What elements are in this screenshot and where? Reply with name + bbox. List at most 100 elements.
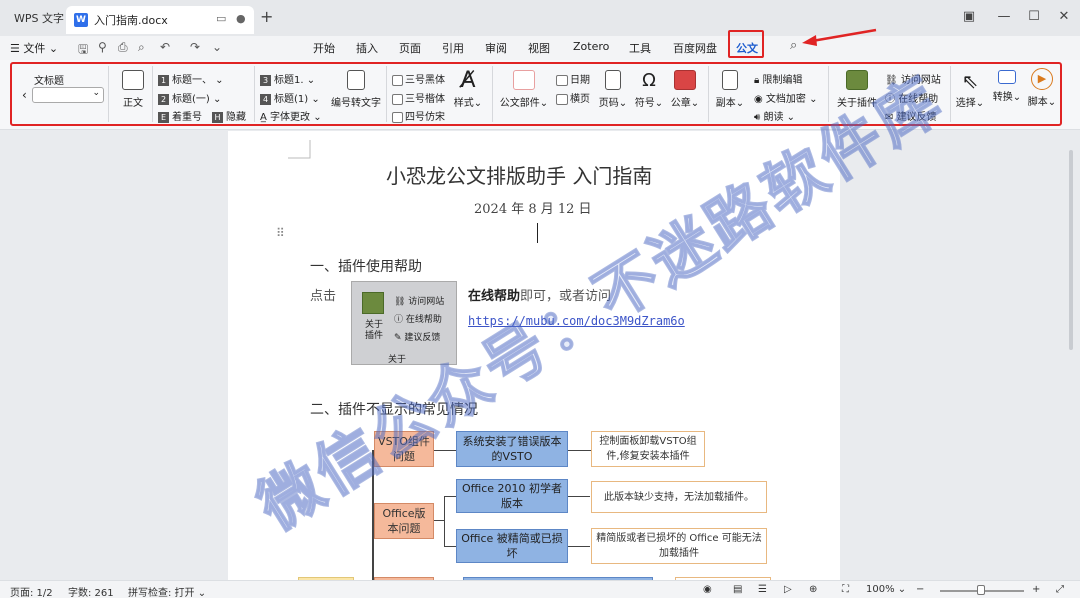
zoom-level[interactable]: 100% ⌄	[866, 584, 906, 595]
read-aloud-button[interactable]: 🔊︎ 朗读 ⌄	[754, 108, 795, 123]
tab-start[interactable]: 开始	[313, 40, 335, 56]
print-preview-icon[interactable]: ⌕	[138, 40, 145, 55]
doc-parts-icon	[513, 70, 535, 90]
convert-button[interactable]: 转换⌄	[991, 70, 1023, 103]
plugin-visit-text: 访问网站	[408, 297, 445, 307]
num-to-text-label: 编号转文字	[331, 98, 381, 109]
save-icon[interactable]: 🖫	[78, 40, 88, 61]
heading-b2-button[interactable]: 4 标题(1) ⌄	[260, 90, 320, 105]
tab-baidu-netdisk[interactable]: 百度网盘	[673, 40, 717, 56]
hide-button[interactable]: H 隐藏	[212, 108, 246, 123]
plugin-about-label: 关于插件	[364, 320, 383, 341]
date-button[interactable]: 日期	[556, 71, 590, 86]
tab-reference[interactable]: 引用	[442, 40, 464, 56]
font3-button[interactable]: 四号仿宋	[392, 108, 445, 123]
page-number-icon	[605, 70, 621, 90]
copy-label: 副本	[715, 98, 736, 109]
seal-button[interactable]: 公章⌄	[670, 70, 700, 109]
title-tab-bar: WPS 文字 W 入门指南.docx ▭ ● + ▣ — ☐ ✕	[0, 0, 1080, 36]
tab-zotero[interactable]: Zotero	[573, 40, 609, 53]
more-chevron-icon[interactable]: ⌄	[212, 40, 222, 54]
tab-tools[interactable]: 工具	[629, 40, 651, 56]
script-button[interactable]: ▶ 脚本⌄	[1026, 68, 1058, 108]
tab-window-icon[interactable]: ▭	[216, 12, 226, 25]
tab-unsaved-dot-icon[interactable]: ●	[236, 12, 246, 25]
para1-prefix: 点击	[310, 289, 337, 304]
cursor-arrow-icon: ⇖	[961, 69, 979, 93]
page-view-icon[interactable]: ▤	[733, 584, 742, 595]
copy-button[interactable]: 副本⌄	[714, 70, 746, 109]
page-count[interactable]: 页面: 1/2	[10, 584, 53, 598]
paragraph-handle-icon[interactable]: ⠿	[276, 226, 285, 240]
fit-page-icon[interactable]: ⛶	[842, 584, 849, 595]
spell-check[interactable]: 拼写检查: 打开 ⌄	[128, 584, 206, 598]
tab-page[interactable]: 页面	[399, 40, 421, 56]
tab-review[interactable]: 审阅	[485, 40, 507, 56]
select-button[interactable]: ⇖ 选择⌄	[954, 68, 986, 109]
style-button[interactable]: A̸ 样式⌄	[450, 68, 486, 109]
outline-view-icon[interactable]: ☰	[758, 584, 767, 595]
close-button[interactable]: ✕	[1054, 9, 1074, 24]
heading-a2-button[interactable]: 2 标题(一) ⌄	[158, 90, 221, 105]
plugin-help-label: ⓘ 在线帮助	[394, 315, 442, 325]
web-view-icon[interactable]: ⊕	[809, 584, 817, 595]
font2-button[interactable]: 三号楷体	[392, 90, 445, 105]
spell-check-label: 拼写检查: 打开	[128, 588, 195, 598]
redo-icon[interactable]: ↷	[190, 40, 200, 54]
numbered-list-icon	[347, 70, 365, 90]
style-brush-icon: A̸	[460, 68, 476, 93]
active-tab-highlight	[728, 30, 764, 58]
doc-parts-button[interactable]: 公文部件⌄	[498, 70, 550, 109]
share-icon[interactable]: ⚲	[98, 40, 107, 54]
font-change-button[interactable]: A̲ 字体更改 ⌄	[260, 108, 322, 123]
tab-insert[interactable]: 插入	[356, 40, 378, 56]
eye-icon[interactable]: ◉	[703, 584, 712, 595]
restrict-edit-button[interactable]: 🔒︎ 限制编辑	[754, 71, 803, 86]
landscape-button[interactable]: 横页	[556, 90, 590, 105]
fullscreen-icon[interactable]: ⤢	[1056, 584, 1064, 595]
convert-label: 转换	[992, 92, 1013, 103]
flow-category-office: Office版本问题	[374, 503, 434, 539]
file-menu[interactable]: ☰ 文件 ⌄	[10, 40, 58, 56]
red-arrow-annotation	[802, 28, 877, 46]
restore-layout-icon[interactable]: ▣	[959, 9, 979, 24]
add-tab-button[interactable]: +	[260, 7, 273, 26]
wps-home-tab[interactable]: WPS 文字	[6, 8, 72, 30]
zoom-slider-thumb[interactable]	[977, 585, 985, 595]
flow-connector	[568, 546, 590, 547]
zoom-in-icon[interactable]: +	[1032, 584, 1040, 595]
page-number-button[interactable]: 页码⌄	[598, 70, 628, 109]
heading-b1-button[interactable]: 3 标题1. ⌄	[260, 71, 315, 86]
document-tab[interactable]: W 入门指南.docx ▭ ●	[66, 6, 254, 34]
omega-icon: Ω	[642, 70, 656, 91]
flow-connector	[568, 450, 592, 451]
read-aloud-label: 朗读	[763, 112, 784, 123]
text-cursor	[537, 223, 538, 243]
tab-view[interactable]: 视图	[528, 40, 550, 56]
play-mode-icon[interactable]: ▷	[784, 584, 792, 595]
style-select[interactable]: ⌄	[32, 87, 104, 103]
encrypt-button[interactable]: ◉ 文档加密 ⌄	[754, 90, 817, 105]
minimize-button[interactable]: —	[994, 9, 1014, 24]
font1-button[interactable]: 三号黑体	[392, 71, 445, 86]
zhengwen-button[interactable]: 正文	[118, 70, 148, 109]
print-icon[interactable]: ⎙	[118, 40, 128, 55]
word-count[interactable]: 字数: 261	[68, 584, 114, 598]
symbol-button[interactable]: Ω 符号⌄	[634, 68, 664, 109]
emphasis-button[interactable]: E 着重号	[158, 108, 202, 123]
heading-a1-button[interactable]: 1 标题一、 ⌄	[158, 71, 224, 86]
undo-icon[interactable]: ↶	[160, 40, 170, 54]
section1-heading: 一、插件使用帮助	[310, 259, 422, 275]
zoom-out-icon[interactable]: −	[916, 584, 924, 595]
separator	[254, 66, 255, 122]
play-icon: ▶	[1031, 68, 1053, 90]
separator	[386, 66, 387, 122]
margin-corner-mark	[288, 140, 311, 159]
symbol-label: 符号	[634, 98, 655, 109]
ribbon-scroll-left-icon[interactable]: ‹	[22, 88, 27, 102]
vertical-scrollbar[interactable]	[1069, 150, 1073, 350]
maximize-button[interactable]: ☐	[1024, 9, 1044, 24]
search-icon[interactable]: ⌕	[790, 38, 797, 53]
num-to-text-button[interactable]: 编号转文字	[330, 70, 382, 109]
restrict-edit-label: 限制编辑	[762, 75, 803, 86]
